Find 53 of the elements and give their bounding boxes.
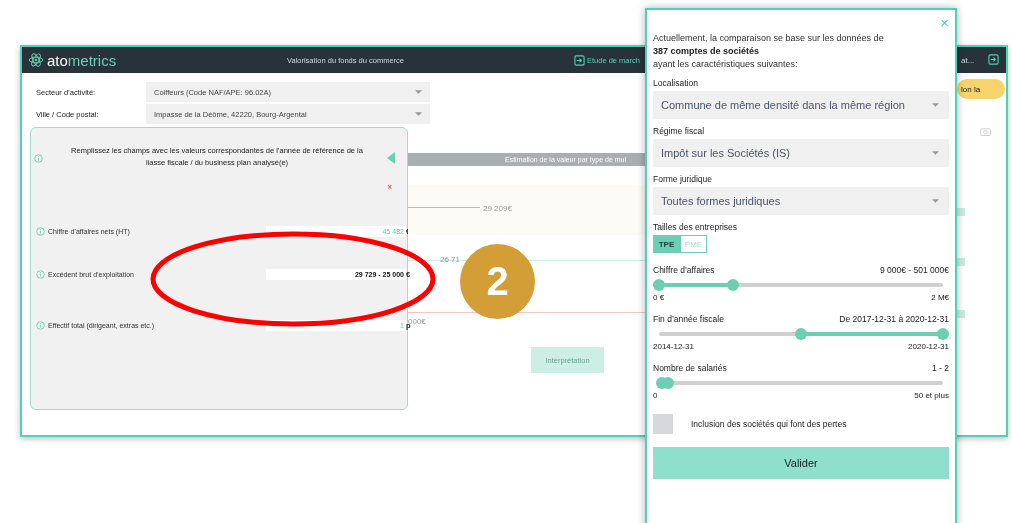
caret-icon <box>415 112 422 116</box>
size-toggle[interactable]: TPE <box>653 235 680 253</box>
field-label: Forme juridique <box>653 174 714 184</box>
slider-min: 0 € <box>653 293 665 302</box>
caret-icon <box>932 199 939 203</box>
caret-icon <box>932 151 939 155</box>
field-label: Tailles des entreprises <box>653 222 739 232</box>
submit-button[interactable]: Valider <box>653 447 949 479</box>
logo-text[interactable]: atometrics <box>47 51 117 69</box>
slider-max: 50 et plus <box>914 391 949 400</box>
slider-min: 2014-12-31 <box>653 342 694 351</box>
chart-bar <box>957 310 965 318</box>
slider-label: Chiffre d’affaires <box>653 265 715 275</box>
caret-icon <box>932 103 939 107</box>
slider-label: Fin d’année fiscale <box>653 314 724 324</box>
atom-icon <box>28 52 44 68</box>
chart-label: 29 209€ <box>483 204 512 213</box>
select-field[interactable]: Commune de même densité dans la même région <box>653 91 949 119</box>
caret-icon <box>415 90 422 94</box>
chart-label: 26 71 <box>440 255 461 264</box>
checkbox-label: Inclusion des sociétés qui font des pertes <box>691 419 847 429</box>
close-button[interactable]: × <box>387 182 393 192</box>
header-link[interactable]: at... <box>961 55 975 65</box>
slider-reading: 1 - 2 <box>932 363 949 373</box>
select-field[interactable]: Toutes formes juridiques <box>653 187 949 215</box>
slider-reading: 9 000€ - 501 000€ <box>880 265 949 275</box>
camera-icon[interactable] <box>980 127 991 136</box>
slider-max: 2020-12-31 <box>908 342 949 351</box>
chart-bar <box>957 258 965 266</box>
field-label: Régime fiscal <box>653 126 706 136</box>
select-field[interactable]: Impôt sur les Sociétés (IS) <box>653 139 949 167</box>
slider-thumb[interactable] <box>795 328 807 340</box>
company-count: 387 comptes de sociétés <box>653 45 761 58</box>
info-icon[interactable] <box>34 154 43 163</box>
pill-button[interactable]: lon la <box>957 79 1005 99</box>
info-icon[interactable] <box>36 321 45 330</box>
slider-label: Nombre de salariés <box>653 363 727 373</box>
intro-text: Actuellement, la comparaison se base sur les données de <box>653 32 885 45</box>
slider-reading: De 2017-12-31 à 2020-12-31 <box>839 314 949 324</box>
exit-icon[interactable] <box>574 54 585 66</box>
intro-text: ayant les caractéristiques suivantes: <box>653 58 799 71</box>
slider-thumb[interactable] <box>726 279 739 291</box>
checkbox[interactable] <box>653 414 673 434</box>
slider-max: 2 M€ <box>931 293 949 302</box>
collapse-triangle-icon[interactable] <box>387 152 395 164</box>
chart-bar <box>957 208 965 216</box>
slider-thumb[interactable] <box>653 279 665 291</box>
info-icon[interactable] <box>36 227 45 236</box>
slider-thumb[interactable] <box>937 328 949 340</box>
field-label: Localisation <box>653 78 699 88</box>
info-icon[interactable] <box>36 270 45 279</box>
exit-icon[interactable] <box>988 54 999 65</box>
slider-min: 0 <box>653 391 658 400</box>
